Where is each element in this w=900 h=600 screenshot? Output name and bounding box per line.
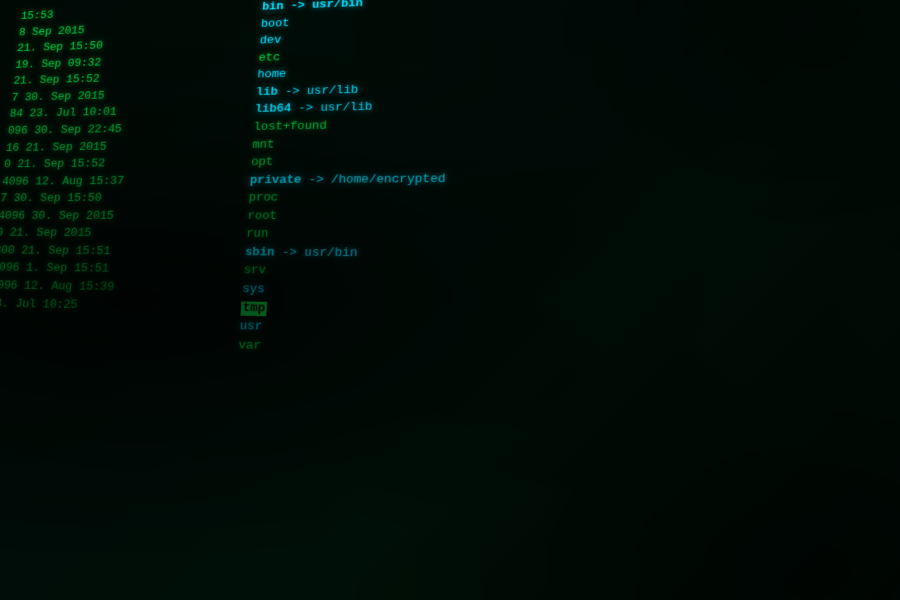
line-meta: 4096 30. Sep 2015: [0, 208, 248, 226]
terminal-content: 15:53 bin -> usr/bin 8 Sep 2015 boot 21.…: [0, 0, 900, 600]
line-filename: private -> /home/encrypted: [249, 170, 446, 189]
line-filename: lib -> usr/lib: [256, 82, 359, 102]
line-meta: [0, 324, 240, 329]
terminal-window: 15:53 bin -> usr/bin 8 Sep 2015 boot 21.…: [0, 0, 900, 600]
line-filename: home: [257, 66, 287, 84]
line-filename: etc: [258, 49, 281, 67]
line-filename: proc: [248, 190, 279, 208]
line-filename: usr: [239, 318, 263, 337]
line-filename: root: [247, 208, 278, 226]
line-filename: boot: [260, 15, 290, 33]
terminal-line: 4096 30. Sep 2015 root: [0, 207, 900, 228]
line-filename: sbin -> usr/bin: [244, 244, 358, 263]
line-filename: tmp: [240, 299, 267, 318]
line-meta: 7 30. Sep 15:50: [0, 190, 249, 208]
line-filename: mnt: [252, 136, 275, 154]
line-meta: 300 21. Sep 15:51: [0, 243, 246, 263]
line-meta: 0 21. Sep 2015: [0, 225, 247, 244]
line-meta: 4096 12. Aug 15:37: [1, 172, 250, 191]
line-filename: opt: [251, 154, 274, 172]
line-filename: dev: [259, 32, 282, 50]
line-filename: sys: [242, 281, 266, 300]
line-filename: lost+found: [253, 118, 327, 137]
line-filename: srv: [243, 262, 266, 281]
line-meta: 0 21. Sep 15:52: [3, 154, 252, 174]
tmp-highlight: tmp: [241, 301, 268, 316]
terminal-line: 7 30. Sep 15:50 proc: [0, 186, 900, 208]
line-filename: var: [238, 336, 262, 355]
line-meta: [0, 342, 238, 348]
line-filename: lib64 -> usr/lib: [254, 99, 372, 119]
line-filename: run: [246, 226, 269, 244]
